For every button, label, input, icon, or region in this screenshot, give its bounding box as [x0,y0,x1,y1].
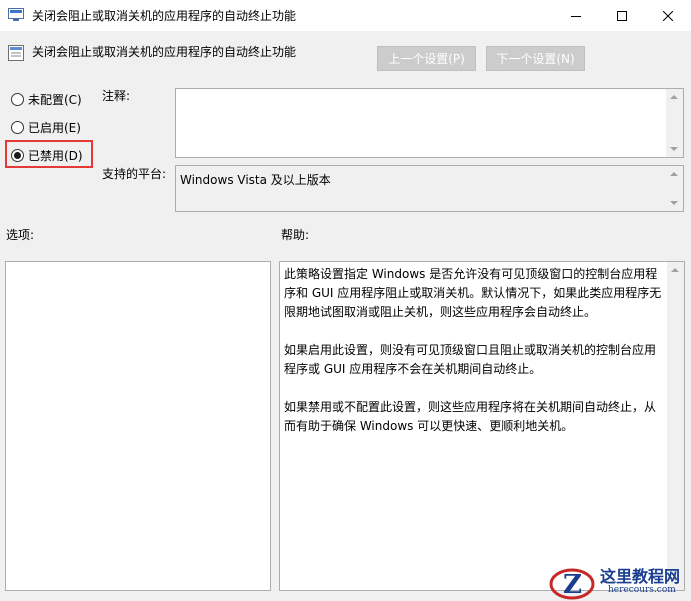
highlight-annotation [5,140,93,168]
minimize-icon [571,15,581,17]
options-panel [5,261,271,591]
window-title: 关闭会阻止或取消关机的应用程序的自动终止功能 [32,9,297,23]
scroll-up-icon[interactable] [671,268,679,272]
radio-button[interactable] [11,92,24,106]
radio-not-configured[interactable]: 未配置(C) [11,90,82,108]
watermark-url: herecours.com [608,585,676,595]
comment-scrollbar[interactable] [666,89,683,157]
previous-setting-button[interactable]: 上一个设置(P) [377,46,476,71]
options-label: 选项: [6,228,35,242]
comment-textarea[interactable] [175,88,684,158]
close-icon [663,10,673,21]
radio-label: 未配置(C) [28,92,82,107]
platform-scrollbar[interactable] [666,166,683,211]
scroll-up-icon[interactable] [670,95,678,99]
policy-window-icon [8,8,24,22]
radio-label: 已启用(E) [28,120,81,135]
watermark-name: 这里教程网 [600,567,681,586]
help-scrollbar[interactable] [667,262,684,590]
minimize-button[interactable] [553,0,599,31]
policy-title: 关闭会阻止或取消关机的应用程序的自动终止功能 [32,45,297,59]
next-setting-button[interactable]: 下一个设置(N) [486,46,585,71]
policy-setting-icon [8,45,24,61]
help-label: 帮助: [281,228,310,242]
maximize-icon [617,10,627,21]
help-paragraph: 如果启用此设置，则没有可见顶级窗口且阻止或取消关机的控制台应用程序或 GUI 应… [284,343,657,376]
radio-enabled[interactable]: 已启用(E) [11,118,81,136]
help-panel: 此策略设置指定 Windows 是否允许没有可见顶级窗口的控制台应用程序和 GU… [279,261,685,591]
scroll-down-icon[interactable] [670,201,678,205]
radio-button[interactable] [11,120,24,134]
scroll-up-icon[interactable] [670,172,678,176]
svg-text:Z: Z [563,570,582,600]
close-button[interactable] [645,0,691,31]
scroll-down-icon[interactable] [670,147,678,151]
comment-label: 注释: [102,89,131,103]
watermark-logo-icon: Z [548,562,598,601]
platform-value: Windows Vista 及以上版本 [180,173,331,187]
help-text: 此策略设置指定 Windows 是否允许没有可见顶级窗口的控制台应用程序和 GU… [284,265,664,455]
help-paragraph: 此策略设置指定 Windows 是否允许没有可见顶级窗口的控制台应用程序和 GU… [284,267,662,319]
maximize-button[interactable] [599,0,645,31]
help-paragraph: 如果禁用或不配置此设置，则这些应用程序将在关机期间自动终止，从而有助于确保 Wi… [284,400,657,433]
platform-label: 支持的平台: [102,167,167,181]
